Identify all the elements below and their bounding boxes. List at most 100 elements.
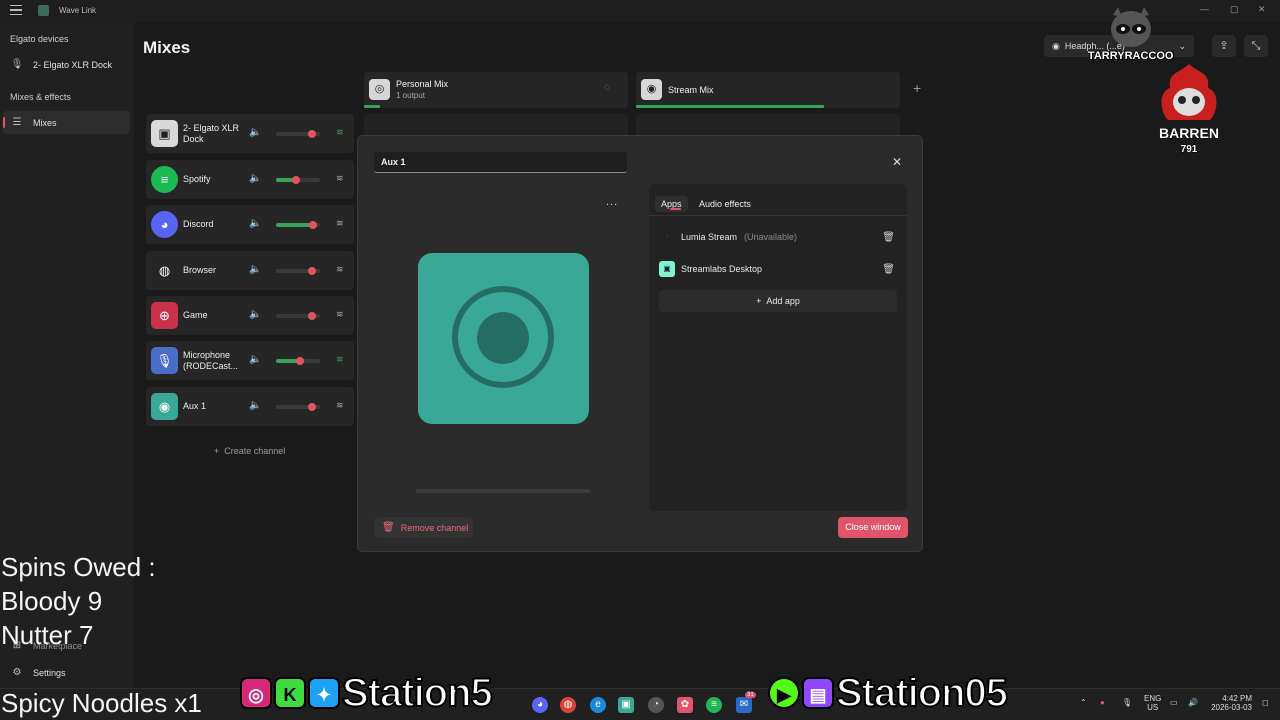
volume-slider[interactable]: [276, 221, 320, 229]
ear-icon[interactable]: ◌: [604, 82, 610, 93]
kick-icon: K: [274, 677, 306, 709]
trash-icon: 🗑: [382, 522, 395, 533]
close-icon[interactable]: ✕: [892, 155, 902, 169]
chevron-up-icon[interactable]: ⌃: [1080, 698, 1087, 707]
language-indicator[interactable]: ENG US: [1144, 694, 1161, 712]
waveform-icon[interactable]: ≋: [336, 173, 344, 184]
add-app-label: Add app: [766, 296, 800, 306]
sidebar-item-xlr-dock[interactable]: 🎙 2- Elgato XLR Dock: [3, 53, 130, 76]
volume-slider[interactable]: [276, 267, 320, 275]
channel-name: Spotify: [183, 174, 211, 184]
discord-icon: ◕: [151, 211, 178, 238]
channel-settings-dialog: Aux 1 ✕ ... Apps Audio effects · Lumia S…: [357, 135, 923, 552]
wavelink-taskbar-icon[interactable]: ▣: [618, 697, 634, 713]
waveform-icon[interactable]: ≋: [336, 127, 344, 138]
channel-spotify[interactable]: ≡ Spotify 🔈 ≋: [146, 160, 354, 199]
bloody-count-text: Bloody 9: [1, 586, 103, 616]
spicy-noodles-text: Spicy Noodles x1: [1, 688, 202, 718]
twitter-icon: ✦: [308, 677, 340, 709]
maximize-icon[interactable]: ▢: [1230, 4, 1239, 15]
add-app-button[interactable]: + Add app: [659, 290, 897, 312]
app-title: Wave Link: [59, 6, 97, 15]
notification-icon[interactable]: ◻: [1262, 698, 1269, 707]
waveform-icon[interactable]: ≋: [336, 264, 344, 275]
streamdeck-taskbar-icon[interactable]: ✿: [677, 697, 693, 713]
app-row-streamlabs: ▣ Streamlabs Desktop 🗑: [659, 259, 899, 279]
speaker-icon[interactable]: 🔈: [249, 400, 261, 411]
spotify-icon: ≡: [151, 166, 178, 193]
page-title: Mixes: [143, 38, 191, 57]
lumia-icon: ·: [665, 232, 669, 241]
mic-tray-icon[interactable]: 🎙: [1122, 698, 1132, 707]
rumble-icon: ▶: [768, 677, 800, 709]
headphones-icon: ◉: [1052, 40, 1060, 51]
channel-name: Browser: [183, 265, 217, 275]
remove-channel-button[interactable]: 🗑 Remove channel: [374, 517, 473, 538]
speaker-icon[interactable]: 🔈: [249, 173, 261, 184]
broadcast-icon: ◉: [641, 79, 662, 100]
sidebar-item-settings[interactable]: ⚙ Settings: [3, 661, 130, 684]
browser-icon: ◍: [158, 263, 171, 278]
icon-scroll-track[interactable]: [416, 489, 590, 493]
waveform-icon[interactable]: ≋: [336, 309, 344, 320]
minimize-icon[interactable]: —: [1200, 4, 1209, 14]
more-options-button[interactable]: ...: [606, 196, 618, 208]
mix-card-personal[interactable]: ◎ Personal Mix 1 output ◌: [364, 72, 628, 108]
active-indicator: [3, 117, 5, 128]
channel-game[interactable]: ⊕ Game 🔈 ≋: [146, 296, 354, 335]
channel-discord[interactable]: ◕ Discord 🔈 ≋: [146, 205, 354, 244]
channel-microphone[interactable]: 🎙 Microphone (RODECast... 🔈 ≋: [146, 341, 354, 380]
twitch-icon: ▤: [802, 677, 834, 709]
social-strip-left: ◎ K ✦ Station5: [240, 670, 494, 716]
microphone-icon: 🎙: [10, 59, 24, 70]
speaker-icon[interactable]: 🔈: [249, 354, 261, 365]
clock[interactable]: 4:42 PM 2026-03-03: [1210, 694, 1252, 712]
sidebar-item-mixes[interactable]: ☰ Mixes: [3, 111, 130, 134]
channel-name-input[interactable]: Aux 1: [374, 152, 627, 173]
spotify-taskbar-icon[interactable]: ≡: [706, 697, 722, 713]
speaker-icon[interactable]: 🔈: [249, 218, 261, 229]
speaker-icon[interactable]: 🔈: [249, 127, 261, 138]
edge-taskbar-icon[interactable]: e: [590, 697, 606, 713]
trash-icon[interactable]: 🗑: [882, 264, 895, 275]
close-app-icon[interactable]: ✕: [1258, 4, 1266, 15]
tab-audio-effects[interactable]: Audio effects: [693, 196, 757, 212]
waveform-icon[interactable]: ≋: [336, 218, 344, 229]
tray-icon[interactable]: ●: [1100, 698, 1105, 707]
mix-card-stream[interactable]: ◉ Stream Mix: [636, 72, 900, 108]
volume-icon[interactable]: 🔊: [1188, 698, 1198, 707]
volume-slider[interactable]: [276, 312, 320, 320]
share-button[interactable]: ⇪: [1212, 35, 1236, 57]
station-handle-right: Station05: [835, 670, 1009, 716]
trash-icon[interactable]: 🗑: [882, 232, 895, 243]
close-window-button[interactable]: Close window: [838, 517, 908, 538]
sidebar-item-label: Mixes: [33, 117, 57, 128]
channel-browser[interactable]: ◍ Browser 🔈 ≋: [146, 251, 354, 290]
create-channel-button[interactable]: + Create channel: [214, 446, 285, 456]
clock-date: 2026-03-03: [1211, 703, 1252, 712]
volume-slider[interactable]: [276, 176, 320, 184]
discord-taskbar-icon[interactable]: ◕: [532, 697, 548, 713]
volume-slider[interactable]: [276, 130, 320, 138]
collapse-button[interactable]: ⤡: [1244, 35, 1268, 57]
channel-name: Discord: [183, 219, 214, 229]
channel-xlr-dock[interactable]: ▣ 2- Elgato XLR Dock 🔈 ≋: [146, 114, 354, 153]
speaker-icon[interactable]: 🔈: [249, 309, 261, 320]
menu-icon[interactable]: [10, 5, 22, 15]
mix-name: Personal Mix: [396, 79, 449, 89]
add-mix-icon[interactable]: +: [913, 80, 921, 96]
waveform-icon[interactable]: ≋: [336, 354, 344, 365]
volume-slider[interactable]: [276, 403, 320, 411]
chrome-taskbar-icon[interactable]: ◍: [560, 697, 576, 713]
aux-channel-icon[interactable]: [418, 253, 589, 424]
app-taskbar-icon[interactable]: ◔: [648, 697, 664, 713]
volume-slider[interactable]: [276, 357, 320, 365]
waveform-icon[interactable]: ≋: [336, 400, 344, 411]
speaker-icon[interactable]: 🔈: [249, 264, 261, 275]
notification-badge: 31: [745, 692, 756, 698]
aux-dot: [477, 312, 529, 364]
mail-taskbar-icon[interactable]: ✉: [736, 697, 752, 713]
mix-level-bar: [364, 105, 380, 108]
channel-aux-1[interactable]: ◉ Aux 1 🔈 ≋: [146, 387, 354, 426]
network-icon[interactable]: ▭: [1170, 698, 1178, 707]
